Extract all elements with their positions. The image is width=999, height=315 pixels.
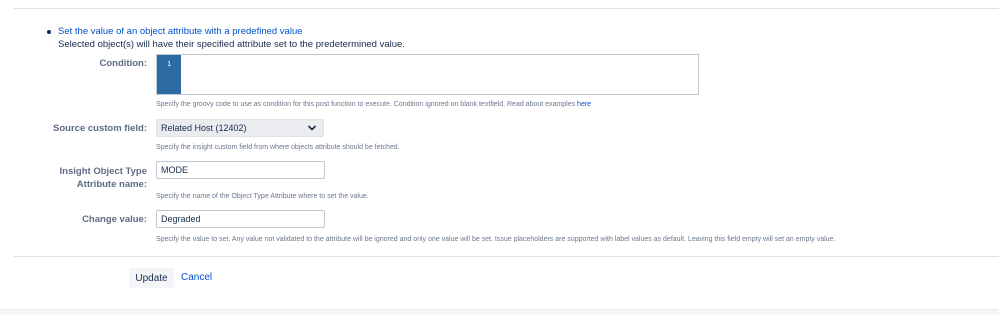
attribute-name-label: Insight Object Type Attribute name:: [59, 166, 147, 190]
function-description: Selected object(s) will have their speci…: [58, 39, 405, 50]
bottom-divider: [14, 256, 999, 257]
attribute-name-value: MODE: [161, 165, 188, 175]
source-field-select[interactable]: Related Host (12402): [156, 119, 324, 137]
condition-help: Specify the groovy code to use as condit…: [156, 101, 591, 108]
function-title[interactable]: Set the value of an object attribute wit…: [58, 26, 303, 37]
condition-code-editor[interactable]: 1: [156, 54, 699, 95]
source-field-label: Source custom field:: [53, 123, 147, 134]
top-divider: [14, 8, 999, 9]
attribute-name-input[interactable]: MODE: [156, 161, 325, 179]
change-value-help: Specify the value to set. Any value not …: [156, 236, 836, 243]
change-value-value: Degraded: [161, 214, 201, 224]
examples-link[interactable]: here: [577, 101, 591, 108]
update-button[interactable]: Update: [129, 268, 174, 288]
change-value-label: Change value:: [82, 214, 147, 225]
condition-label: Condition:: [99, 58, 147, 69]
chevron-down-icon: [307, 125, 317, 131]
bullet-icon: [47, 30, 51, 34]
line-number: 1: [166, 60, 172, 68]
attribute-name-help: Specify the name of the Object Type Attr…: [156, 193, 369, 200]
editor-gutter: 1: [157, 55, 181, 94]
condition-help-text: Specify the groovy code to use as condit…: [156, 101, 576, 108]
page-footer-strip: [0, 309, 999, 315]
change-value-input[interactable]: Degraded: [156, 210, 325, 228]
cancel-link[interactable]: Cancel: [181, 272, 212, 283]
source-field-selected: Related Host (12402): [161, 123, 247, 133]
source-field-help: Specify the insight custom field from wh…: [156, 144, 400, 151]
